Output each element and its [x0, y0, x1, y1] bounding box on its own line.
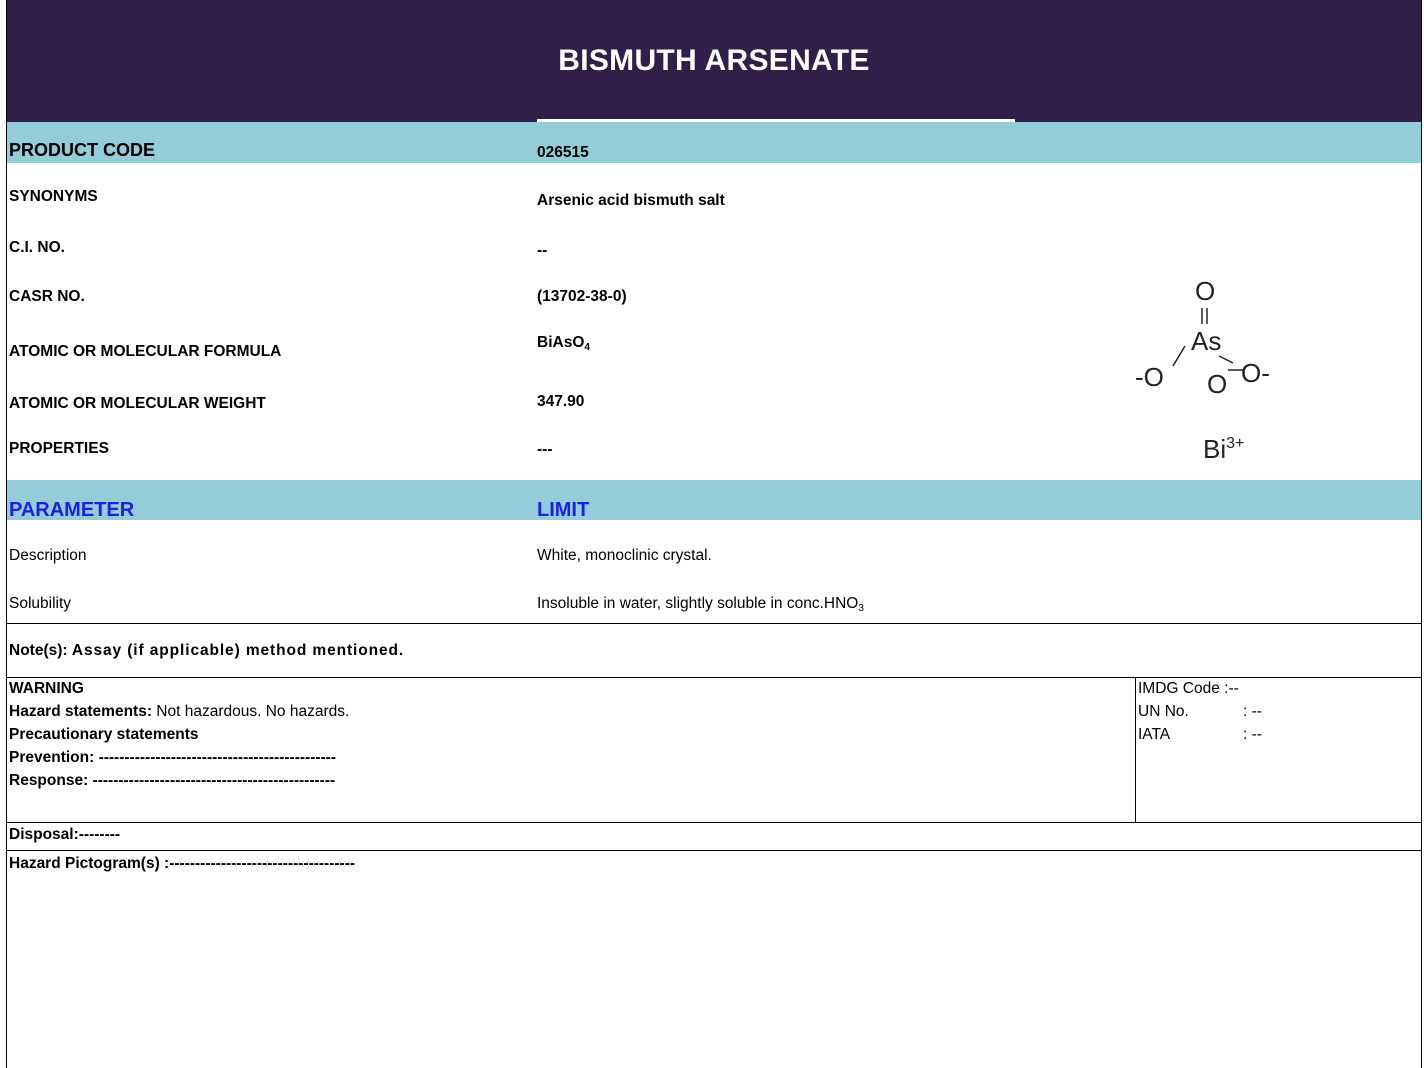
note-prefix: Note(s): [9, 642, 72, 659]
structure-o-left: -O [1135, 362, 1164, 392]
parameter-header: PARAMETER [9, 499, 135, 521]
response-line: Response: ------------------------------… [9, 772, 336, 789]
limit-header: LIMIT [537, 499, 590, 521]
formula-main: BiAsO [537, 334, 585, 351]
title-banner: BISMUTH ARSENATE [7, 0, 1421, 122]
un-no-label: UN No. [1138, 703, 1189, 720]
structure-bi: Bi3+ [1203, 434, 1244, 464]
structure-as: As [1191, 326, 1221, 356]
formula-value: BiAsO4 [537, 334, 590, 353]
prevention-line: Prevention: ----------------------------… [9, 749, 337, 766]
structure-o-top: O [1195, 276, 1215, 306]
imdg-value: -- [1228, 680, 1239, 697]
page-title: BISMUTH ARSENATE [558, 44, 870, 77]
warning-label: WARNING [9, 680, 84, 697]
structure-o-right: O- [1241, 358, 1270, 388]
solubility-subscript: 3 [858, 603, 864, 614]
spec-param-description: Description [9, 547, 87, 564]
ci-label: C.I. NO. [9, 239, 65, 256]
hazard-statements: Hazard statements: Not hazardous. No haz… [9, 703, 349, 721]
note-text: Assay (if applicable) method mentioned. [71, 642, 405, 659]
product-sheet: BISMUTH ARSENATE PRODUCT CODE 026515 SYN… [6, 0, 1422, 1068]
properties-value: --- [537, 441, 553, 458]
casr-value: (13702-38-0) [537, 288, 627, 305]
pictogram-line: Hazard Pictogram(s) :-------------------… [9, 855, 356, 872]
formula-label: ATOMIC OR MOLECULAR FORMULA [9, 343, 282, 360]
iata-value: : -- [1243, 726, 1262, 743]
parameter-header-band [7, 480, 1421, 520]
solubility-text: Insoluble in water, slightly soluble in … [537, 595, 859, 612]
product-code-value: 026515 [537, 144, 589, 161]
synonyms-value: Arsenic acid bismuth salt [537, 192, 725, 209]
divider-safety-top [7, 677, 1421, 678]
iata-label: IATA [1138, 726, 1171, 743]
structure-o-mid: O [1207, 369, 1227, 399]
safety-column-divider [1135, 677, 1136, 822]
weight-label: ATOMIC OR MOLECULAR WEIGHT [9, 395, 266, 412]
imdg-label: IMDG Code : [1138, 680, 1229, 697]
product-code-band [7, 122, 1421, 163]
hazard-label: Hazard statements: [9, 703, 152, 720]
product-code-label: PRODUCT CODE [9, 140, 156, 160]
spec-limit-description: White, monoclinic crystal. [537, 547, 712, 564]
hazard-text: Not hazardous. No hazards. [152, 703, 350, 720]
spec-limit-solubility: Insoluble in water, slightly soluble in … [537, 595, 864, 614]
un-no-value: : -- [1243, 703, 1262, 720]
note: Note(s): Assay (if applicable) method me… [9, 642, 404, 660]
formula-subscript: 4 [584, 342, 590, 353]
precautionary-label: Precautionary statements [9, 726, 199, 743]
synonyms-label: SYNONYMS [9, 188, 98, 205]
spec-param-solubility: Solubility [9, 595, 72, 612]
divider-pictogram-top [7, 850, 1421, 851]
weight-value: 347.90 [537, 393, 585, 410]
divider-disposal-top [7, 822, 1421, 823]
properties-label: PROPERTIES [9, 440, 109, 457]
divider-note-top [7, 623, 1421, 624]
casr-label: CASR NO. [9, 288, 85, 305]
ci-value: -- [537, 242, 548, 259]
molecular-structure: O As -O O O- Bi3+ [1135, 276, 1270, 464]
disposal-line: Disposal:-------- [9, 826, 121, 843]
imdg-code: IMDG Code :-- [1138, 680, 1239, 698]
